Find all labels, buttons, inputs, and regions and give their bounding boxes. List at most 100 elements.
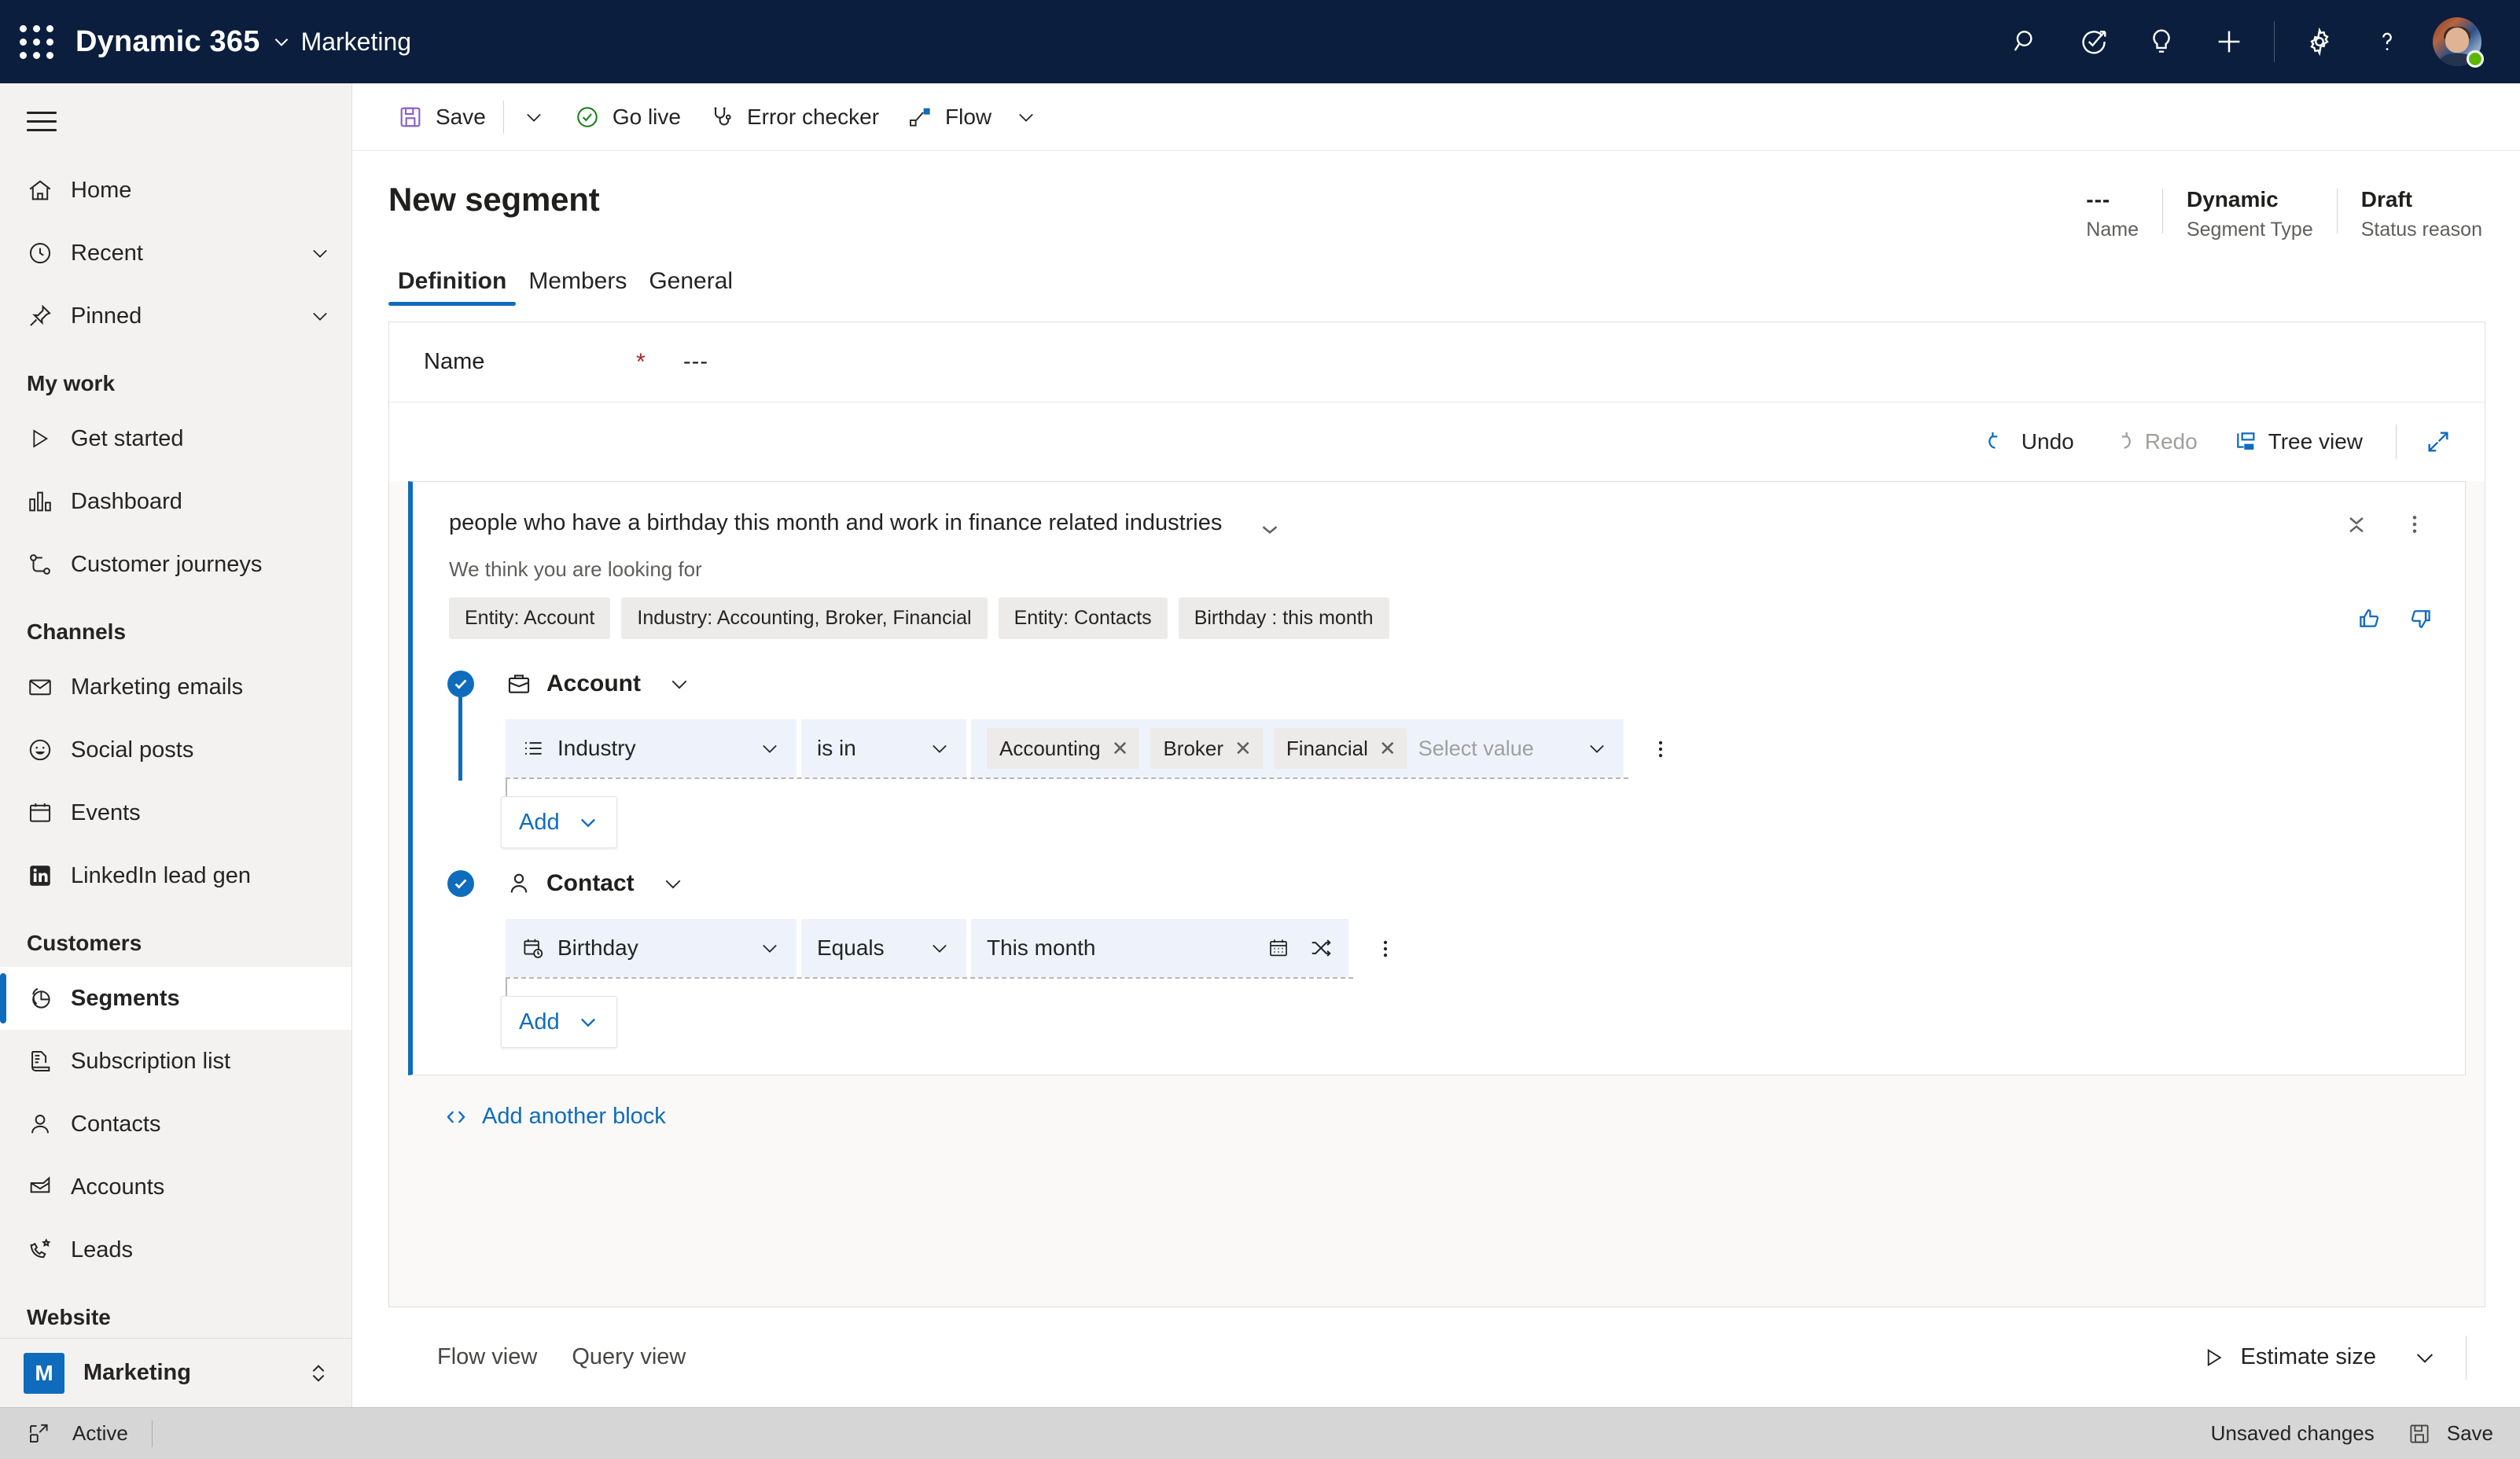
add-condition-button-account[interactable]: Add bbox=[501, 796, 617, 848]
value-input-birthday[interactable]: This month bbox=[971, 919, 1348, 977]
hamburger-menu-icon[interactable] bbox=[0, 83, 351, 159]
chevron-down-icon[interactable] bbox=[732, 737, 781, 759]
sidebar-item-segments[interactable]: Segments bbox=[0, 967, 351, 1030]
chevron-down-icon[interactable] bbox=[309, 242, 331, 264]
expand-button[interactable] bbox=[2415, 417, 2461, 466]
attribute-select-industry[interactable]: Industry bbox=[506, 719, 796, 777]
operator-select-birthday[interactable]: Equals bbox=[801, 919, 966, 977]
chevron-down-icon[interactable] bbox=[1559, 737, 1608, 759]
up-down-chevron-icon[interactable] bbox=[306, 1361, 331, 1386]
sidebar-item-get-started[interactable]: Get started bbox=[0, 407, 351, 470]
remove-token-icon[interactable]: ✕ bbox=[1379, 737, 1396, 761]
flow-label: Flow bbox=[945, 104, 992, 129]
chevron-down-icon[interactable] bbox=[577, 811, 599, 833]
brand-chevron-down-icon[interactable] bbox=[271, 31, 292, 52]
entity-checkbox[interactable] bbox=[447, 671, 474, 697]
search-icon[interactable] bbox=[1992, 8, 2060, 75]
app-launcher-icon[interactable] bbox=[0, 0, 72, 83]
undo-label: Undo bbox=[2021, 429, 2074, 454]
calendar-icon[interactable] bbox=[1240, 936, 1290, 960]
tab-general[interactable]: General bbox=[639, 268, 742, 306]
add-another-block-button[interactable]: Add another block bbox=[408, 1075, 2466, 1130]
sidebar-item-linkedin-lead-gen[interactable]: LinkedIn lead gen bbox=[0, 844, 351, 907]
save-button[interactable]: Save bbox=[384, 91, 500, 143]
thumbs-up-icon[interactable] bbox=[2356, 605, 2383, 632]
sidebar-app-switcher[interactable]: M Marketing bbox=[0, 1338, 351, 1407]
chip-industry[interactable]: Industry: Accounting, Broker, Financial bbox=[621, 597, 988, 639]
value-token[interactable]: Broker ✕ bbox=[1150, 728, 1263, 769]
chevron-down-icon[interactable] bbox=[902, 737, 951, 759]
chip-entity-contacts[interactable]: Entity: Contacts bbox=[998, 597, 1168, 639]
save-options-chevron-down-icon[interactable] bbox=[507, 91, 561, 143]
operator-select-industry[interactable]: is in bbox=[801, 719, 966, 777]
sidebar-item-leads[interactable]: Leads bbox=[0, 1218, 351, 1281]
entity-block-contact: Contact Birthday Equals This month Add bbox=[413, 848, 2465, 1048]
page-title: New segment bbox=[388, 181, 600, 218]
collapse-chevrons-icon[interactable] bbox=[1256, 507, 1283, 537]
remove-token-icon[interactable]: ✕ bbox=[1234, 737, 1252, 761]
chevron-down-icon[interactable] bbox=[732, 937, 781, 959]
sidebar-item-contacts[interactable]: Contacts bbox=[0, 1093, 351, 1156]
redo-button[interactable]: Redo bbox=[2095, 417, 2212, 466]
sidebar-item-recent[interactable]: Recent bbox=[0, 222, 351, 285]
flow-button[interactable]: Flow bbox=[893, 91, 1051, 143]
sidebar-item-dashboard[interactable]: Dashboard bbox=[0, 470, 351, 533]
undo-button[interactable]: Undo bbox=[1971, 417, 2088, 466]
chevron-down-icon[interactable] bbox=[577, 1011, 599, 1033]
attribute-select-birthday[interactable]: Birthday bbox=[506, 919, 796, 977]
remove-token-icon[interactable]: ✕ bbox=[1112, 737, 1129, 761]
avatar[interactable] bbox=[2421, 8, 2493, 75]
sidebar-item-marketing-emails[interactable]: Marketing emails bbox=[0, 656, 351, 718]
bottom-panel-chevron-down-icon[interactable] bbox=[2395, 1331, 2455, 1384]
sidebar-item-accounts[interactable]: Accounts bbox=[0, 1156, 351, 1218]
entity-checkbox[interactable] bbox=[447, 870, 474, 897]
tab-members[interactable]: Members bbox=[519, 268, 636, 306]
condition-more-vertical-icon[interactable] bbox=[1374, 937, 1397, 961]
diagnostics-icon[interactable] bbox=[2060, 8, 2128, 75]
tree-view-button[interactable]: Tree view bbox=[2218, 417, 2377, 466]
estimate-size-button[interactable]: Estimate size bbox=[2183, 1331, 2395, 1384]
save-label: Save bbox=[436, 104, 486, 129]
sidebar-item-home[interactable]: Home bbox=[0, 159, 351, 222]
name-input[interactable]: --- bbox=[683, 349, 708, 375]
sidebar-item-events[interactable]: Events bbox=[0, 781, 351, 844]
chip-entity-account[interactable]: Entity: Account bbox=[449, 597, 611, 639]
sidebar-item-subscription-list[interactable]: Subscription list bbox=[0, 1030, 351, 1093]
shuffle-icon[interactable] bbox=[1309, 936, 1333, 960]
command-divider bbox=[502, 100, 504, 134]
status-save-button[interactable]: Save bbox=[2408, 1421, 2493, 1446]
condition-more-vertical-icon[interactable] bbox=[1649, 737, 1672, 761]
help-question-icon[interactable] bbox=[2353, 8, 2421, 75]
meta-value: Draft bbox=[2360, 187, 2413, 211]
chevron-down-icon[interactable] bbox=[902, 937, 951, 959]
tab-definition[interactable]: Definition bbox=[388, 268, 517, 306]
sidebar-item-customer-journeys[interactable]: Customer journeys bbox=[0, 533, 351, 596]
chip-birthday[interactable]: Birthday : this month bbox=[1178, 597, 1389, 639]
sidebar-item-pinned[interactable]: Pinned bbox=[0, 285, 351, 347]
add-condition-button-contact[interactable]: Add bbox=[501, 996, 617, 1048]
thumbs-down-icon[interactable] bbox=[2407, 605, 2434, 632]
open-in-new-window-icon[interactable] bbox=[27, 1422, 50, 1446]
sidebar-item-social-posts[interactable]: Social posts bbox=[0, 718, 351, 781]
nl-query-text[interactable]: people who have a birthday this month an… bbox=[449, 507, 1222, 536]
collapse-expand-icon[interactable] bbox=[2338, 509, 2375, 540]
go-live-button[interactable]: Go live bbox=[561, 91, 695, 143]
value-token[interactable]: Accounting ✕ bbox=[987, 728, 1140, 769]
entity-chevron-down-icon[interactable] bbox=[668, 672, 691, 696]
value-multiselect-industry[interactable]: Accounting ✕ Broker ✕ Financial ✕ Select… bbox=[971, 719, 1624, 777]
error-checker-button[interactable]: Error checker bbox=[695, 91, 893, 143]
entity-chevron-down-icon[interactable] bbox=[661, 872, 685, 895]
brand-title[interactable]: Dynamic 365 bbox=[72, 25, 260, 59]
sidebar-item-label: Home bbox=[71, 177, 132, 203]
feedback-group bbox=[2356, 605, 2434, 632]
add-icon[interactable] bbox=[2195, 8, 2263, 75]
value-placeholder: Select value bbox=[1418, 736, 1534, 760]
flow-chevron-down-icon[interactable] bbox=[1015, 106, 1037, 128]
bottom-tab-flow-view[interactable]: Flow view bbox=[420, 1344, 554, 1370]
more-vertical-icon[interactable] bbox=[2396, 509, 2434, 540]
bottom-tab-query-view[interactable]: Query view bbox=[554, 1344, 703, 1370]
value-token[interactable]: Financial ✕ bbox=[1273, 728, 1407, 769]
lightbulb-icon[interactable] bbox=[2128, 8, 2195, 75]
settings-gear-icon[interactable] bbox=[2286, 8, 2353, 75]
chevron-down-icon[interactable] bbox=[309, 305, 331, 327]
